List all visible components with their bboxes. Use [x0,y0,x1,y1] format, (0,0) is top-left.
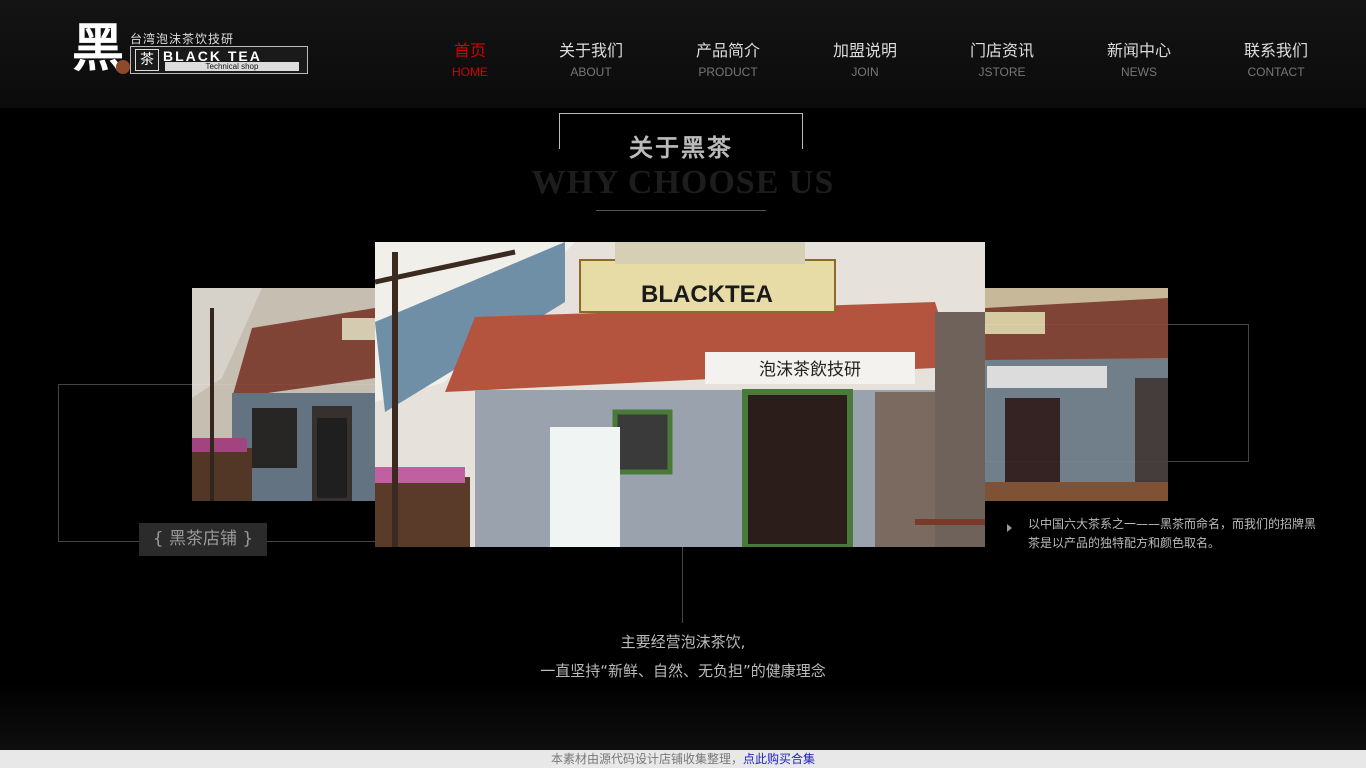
vertical-divider [682,547,683,623]
nav-item-contact[interactable]: 联系我们 CONTACT [1226,40,1326,82]
store-sign-text: BLACKTEA [641,281,773,308]
footer-buy-link[interactable]: 点此购买合集 [743,752,815,766]
nav-label-en: JOIN [851,65,879,79]
footer-text: 本素材由源代码设计店铺收集整理， [550,752,743,766]
slide-image-main[interactable]: BLACKTEA 泡沫茶飲技研 [375,242,985,547]
nav-label-cn: 联系我们 [1243,41,1308,60]
nav-label-en: PRODUCT [698,65,758,79]
nav-label-en: HOME [452,65,488,79]
bottom-background [0,680,1366,750]
nav-label-cn: 首页 [453,41,486,60]
nav-label-en: JSTORE [978,65,1026,79]
header: 黑 台湾泡沫茶饮技研 茶 BLACK TEA Technical shop 首页… [0,0,1366,108]
nav-item-store[interactable]: 门店资讯 JSTORE [952,40,1052,82]
nav-label-cn: 产品简介 [695,41,760,60]
nav-item-home[interactable]: 首页 HOME [420,40,520,82]
nav-item-product[interactable]: 产品简介 PRODUCT [678,40,778,82]
section-title: 关于黑茶 [629,133,733,162]
logo-badge-cn: 茶 [135,49,159,71]
nav-label-cn: 新闻中心 [1106,41,1171,60]
nav-label-cn: 加盟说明 [832,41,897,60]
section-subtitle: WHY CHOOSE US [531,164,835,201]
footer: 本素材由源代码设计店铺收集整理，点此购买合集 [0,750,1366,768]
arrow-right-icon [1007,524,1012,532]
store-sign-cn: 泡沫茶飲技研 [759,360,861,380]
logo-subtitle: 台湾泡沫茶饮技研 [130,32,235,46]
nav-item-news[interactable]: 新闻中心 NEWS [1089,40,1189,82]
shop-label[interactable]: { 黑茶店铺 } [139,523,267,556]
logo-badge-sub: Technical shop [165,62,299,71]
slogan: 主要经营泡沫茶饮, 一直坚持“新鲜、自然、无负担”的健康理念 [433,628,933,686]
nav-item-about[interactable]: 关于我们 ABOUT [541,40,641,82]
logo-badge: 茶 BLACK TEA Technical shop [130,46,308,74]
nav-item-join[interactable]: 加盟说明 JOIN [815,40,915,82]
main-nav: 首页 HOME 关于我们 ABOUT 产品简介 PRODUCT 加盟说明 JOI… [420,40,1340,90]
nav-label-en: CONTACT [1247,65,1305,79]
description-text: 以中国六大茶系之一——黑茶而命名，而我们的招牌黑茶是以产品的独特配方和颜色取名。 [1028,517,1317,550]
logo[interactable]: 黑 台湾泡沫茶饮技研 茶 BLACK TEA Technical shop [72,20,308,78]
slide-image-left[interactable] [192,288,375,501]
slide-image-right[interactable] [985,288,1168,501]
tea-cup-icon [116,60,130,74]
nav-label-cn: 门店资讯 [969,41,1034,60]
title-divider [596,210,766,211]
slogan-line-1: 主要经营泡沫茶饮, [620,633,746,651]
nav-label-en: NEWS [1121,65,1157,79]
nav-label-en: ABOUT [570,65,612,79]
nav-label-cn: 关于我们 [558,41,623,60]
